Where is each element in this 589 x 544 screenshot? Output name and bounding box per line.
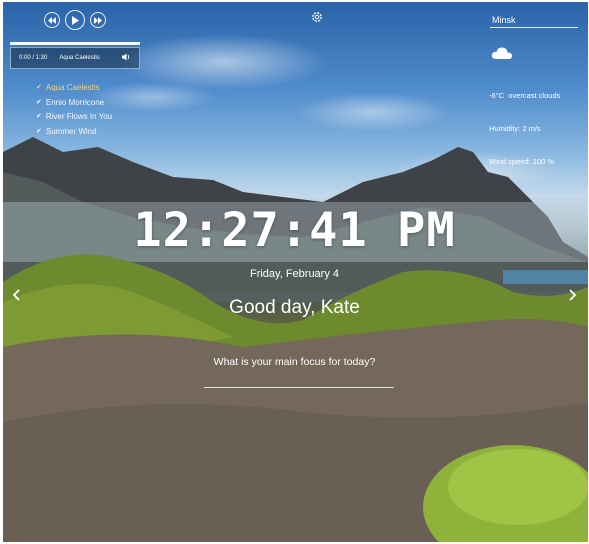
playlist-item-title: Aqua Caelestis bbox=[45, 83, 100, 92]
focus-label: What is your main focus for today? bbox=[213, 356, 376, 368]
playlist-item[interactable]: ✔ Aqua Caelestis bbox=[36, 81, 112, 96]
playlist-item[interactable]: ✔ Ennio Morricone bbox=[36, 96, 112, 111]
play-icon[interactable] bbox=[65, 10, 85, 30]
playlist-item-title: Ennio Morricone bbox=[45, 97, 105, 107]
playlist-item[interactable]: ✔ River Flows In You bbox=[36, 110, 112, 125]
play-small-icon: ✔ bbox=[36, 113, 42, 120]
track-progress-bar[interactable] bbox=[10, 42, 140, 45]
playlist-item-title: Summer Wind bbox=[45, 126, 97, 136]
skip-forward-icon[interactable] bbox=[90, 12, 106, 28]
focus-input[interactable] bbox=[204, 371, 394, 388]
greeting-text: Good day, bbox=[229, 297, 316, 318]
greeting: Good day, Kate bbox=[0, 297, 589, 319]
chevron-right-icon[interactable] bbox=[566, 287, 580, 303]
weather-humidity: Humidity: 2 m/s bbox=[489, 124, 541, 133]
player-controls bbox=[44, 10, 106, 30]
playlist-item-title: River Flows In You bbox=[45, 112, 113, 121]
weather-details: -6°C overcast clouds Humidity: 2 m/s Win… bbox=[489, 68, 560, 178]
city-input[interactable] bbox=[490, 13, 578, 28]
play-small-icon: ✔ bbox=[36, 84, 42, 91]
skip-back-icon[interactable] bbox=[44, 12, 60, 28]
play-small-icon: ✔ bbox=[36, 127, 42, 135]
gear-icon[interactable] bbox=[310, 10, 324, 24]
clock-time: 12:27:41 PM bbox=[133, 203, 456, 258]
weather-description: -6°C overcast clouds bbox=[489, 91, 561, 100]
volume-icon[interactable] bbox=[122, 53, 131, 63]
chevron-left-icon[interactable] bbox=[9, 287, 23, 303]
now-playing-panel: 0:00 / 1:30 Aqua Caelestis bbox=[10, 47, 140, 69]
cloud-icon bbox=[491, 45, 513, 61]
playlist-item[interactable]: ✔ Summer Wind bbox=[36, 125, 112, 140]
track-time: 0:00 / 1:30 bbox=[19, 55, 48, 61]
play-small-icon: ✔ bbox=[36, 98, 42, 106]
weather-wind: Wind speed: 100 % bbox=[489, 157, 555, 166]
track-title: Aqua Caelestis bbox=[59, 55, 100, 61]
playlist: ✔ Aqua Caelestis ✔ Ennio Morricone ✔ Riv… bbox=[36, 81, 112, 139]
clock-date: Friday, February 4 bbox=[249, 268, 340, 280]
user-name[interactable]: Kate bbox=[321, 297, 360, 318]
